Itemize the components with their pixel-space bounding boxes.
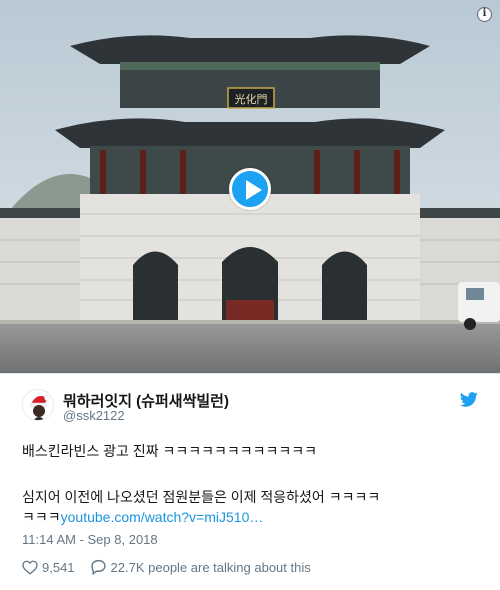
talking-count[interactable]: 22.7K people are talking about this	[111, 560, 311, 575]
author-handle[interactable]: @ssk2122	[63, 408, 125, 423]
tweet-text-line-2: 심지어 이전에 나오셨던 점원분들은 이제 적응하셨어 ㅋㅋㅋㅋ	[22, 489, 381, 505]
info-icon[interactable]: i	[477, 7, 492, 22]
speech-bubble-icon[interactable]	[90, 559, 107, 575]
embedded-tweet-card: 光化門 i 뭐하러잇지 (슈퍼새싹빌런) @ssk2122 배스킨라빈스 광고 …	[0, 0, 500, 590]
play-button[interactable]	[229, 168, 271, 210]
video-thumbnail[interactable]: 光化門 i	[0, 0, 500, 373]
youtube-link[interactable]: youtube.com/watch?v=miJ510…	[61, 509, 264, 525]
divider	[0, 373, 500, 374]
tweet-text-laugh: ㅋㅋㅋ	[22, 509, 61, 525]
play-icon	[246, 180, 262, 200]
tweet-text-line-3: ㅋㅋㅋyoutube.com/watch?v=miJ510…	[22, 507, 263, 527]
tweet-text-line-1: 배스킨라빈스 광고 진짜 ㅋㅋㅋㅋㅋㅋㅋㅋㅋㅋㅋㅋ	[22, 443, 318, 459]
heart-icon[interactable]	[22, 560, 38, 575]
like-count[interactable]: 9,541	[42, 560, 75, 575]
signboard-text: 光化門	[235, 92, 268, 106]
tweet-timestamp[interactable]: 11:14 AM - Sep 8, 2018	[22, 532, 158, 547]
tweet-actions: 9,541 22.7K people are talking about thi…	[22, 558, 311, 576]
santa-avatar-icon[interactable]	[22, 389, 54, 421]
twitter-bird-icon[interactable]	[460, 392, 478, 407]
